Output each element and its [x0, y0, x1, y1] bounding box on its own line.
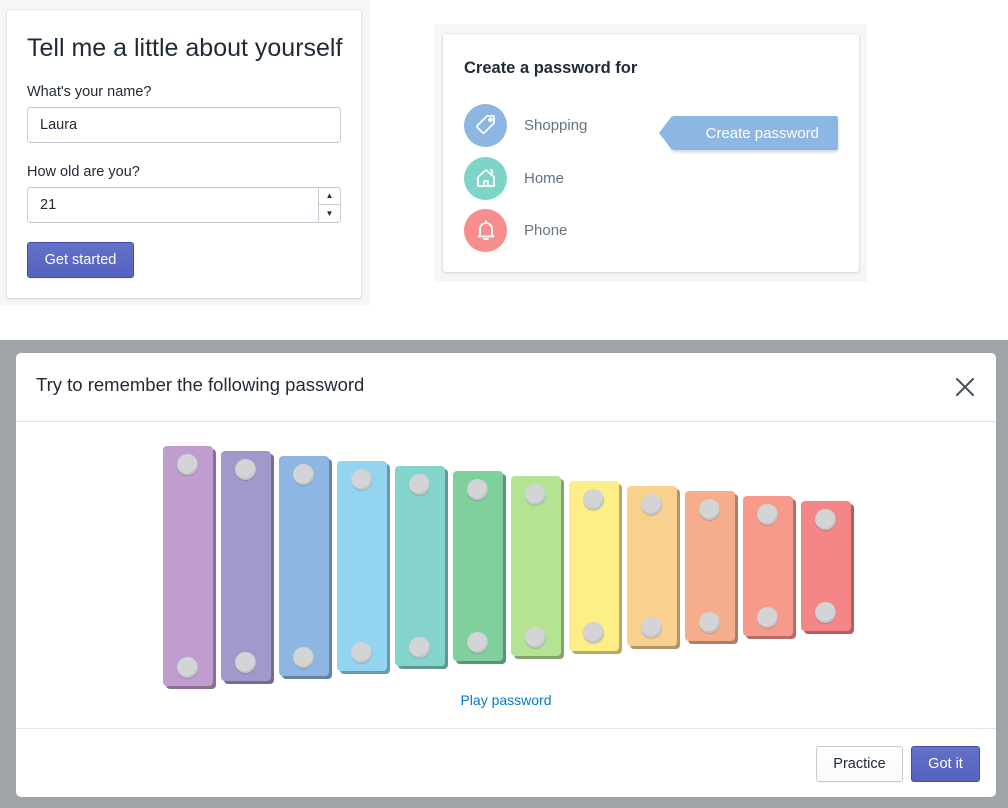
peg-icon [351, 642, 372, 663]
peg-icon [641, 617, 662, 638]
get-started-button[interactable]: Get started [27, 242, 134, 278]
peg-icon [641, 494, 662, 515]
peg-icon [293, 464, 314, 485]
modal-title: Try to remember the following password [36, 374, 365, 395]
xylophone-key[interactable] [395, 466, 448, 669]
peg-icon [409, 637, 430, 658]
xylophone-key[interactable] [511, 476, 564, 659]
password-title: Create a password for [464, 59, 638, 77]
play-password-label[interactable]: Play password [460, 692, 551, 708]
password-panel: Create a password for Shopping Home Phon… [434, 24, 867, 282]
age-stepper[interactable]: ▲ ▼ [318, 188, 340, 222]
modal-footer: Practice Got it [16, 728, 996, 797]
peg-icon [177, 657, 198, 678]
age-input[interactable]: 21 ▲ ▼ [27, 187, 341, 223]
account-home[interactable]: Home [464, 156, 564, 200]
peg-icon [351, 469, 372, 490]
peg-icon [525, 627, 546, 648]
xylophone-key[interactable] [801, 501, 854, 634]
account-label: Home [524, 169, 565, 187]
name-label: What's your name? [27, 84, 152, 100]
peg-icon [815, 602, 836, 623]
got-it-button[interactable]: Got it [911, 746, 980, 782]
create-password-tooltip[interactable]: Create password [659, 116, 838, 150]
peg-icon [293, 647, 314, 668]
age-value: 21 [40, 197, 57, 213]
xylophone-key[interactable] [627, 486, 680, 649]
xylophone-key[interactable] [453, 471, 506, 664]
peg-icon [409, 474, 430, 495]
xylophone-key[interactable] [569, 481, 622, 654]
xylophone-key[interactable] [163, 446, 216, 689]
peg-icon [699, 612, 720, 633]
peg-icon [467, 479, 488, 500]
account-label: Phone [524, 221, 568, 239]
peg-icon [177, 454, 198, 475]
xylophone-key[interactable] [279, 456, 332, 679]
peg-icon [235, 459, 256, 480]
peg-icon [757, 504, 778, 525]
peg-icon [583, 622, 604, 643]
peg-icon [525, 484, 546, 505]
play-password-link[interactable]: Play password [16, 692, 996, 708]
xylophone-key[interactable] [685, 491, 738, 644]
tag-icon [464, 103, 507, 147]
account-label: Shopping [524, 116, 588, 134]
house-icon [464, 156, 507, 200]
decrement-icon[interactable]: ▼ [319, 205, 340, 222]
account-phone[interactable]: Phone [464, 208, 567, 252]
peg-icon [583, 489, 604, 510]
password-card: Create a password for Shopping Home Phon… [443, 34, 859, 272]
modal-header: Try to remember the following password [16, 353, 996, 422]
peg-icon [467, 632, 488, 653]
profile-card: Tell me a little about yourself What's y… [7, 10, 361, 298]
peg-icon [699, 499, 720, 520]
account-shopping[interactable]: Shopping [464, 103, 587, 147]
practice-button[interactable]: Practice [816, 746, 903, 782]
peg-icon [235, 652, 256, 673]
xylophone-key[interactable] [221, 451, 274, 684]
profile-panel: Tell me a little about yourself What's y… [0, 0, 370, 305]
age-label: How old are you? [27, 164, 140, 180]
name-input[interactable]: Laura [27, 107, 341, 143]
password-modal: Try to remember the following password P… [16, 353, 996, 797]
xylophone-key[interactable] [743, 496, 796, 639]
xylophone-key[interactable] [337, 461, 390, 674]
bell-icon [464, 208, 507, 252]
close-icon[interactable] [952, 374, 978, 400]
profile-title: Tell me a little about yourself [27, 34, 343, 62]
peg-icon [757, 607, 778, 628]
peg-icon [815, 509, 836, 530]
